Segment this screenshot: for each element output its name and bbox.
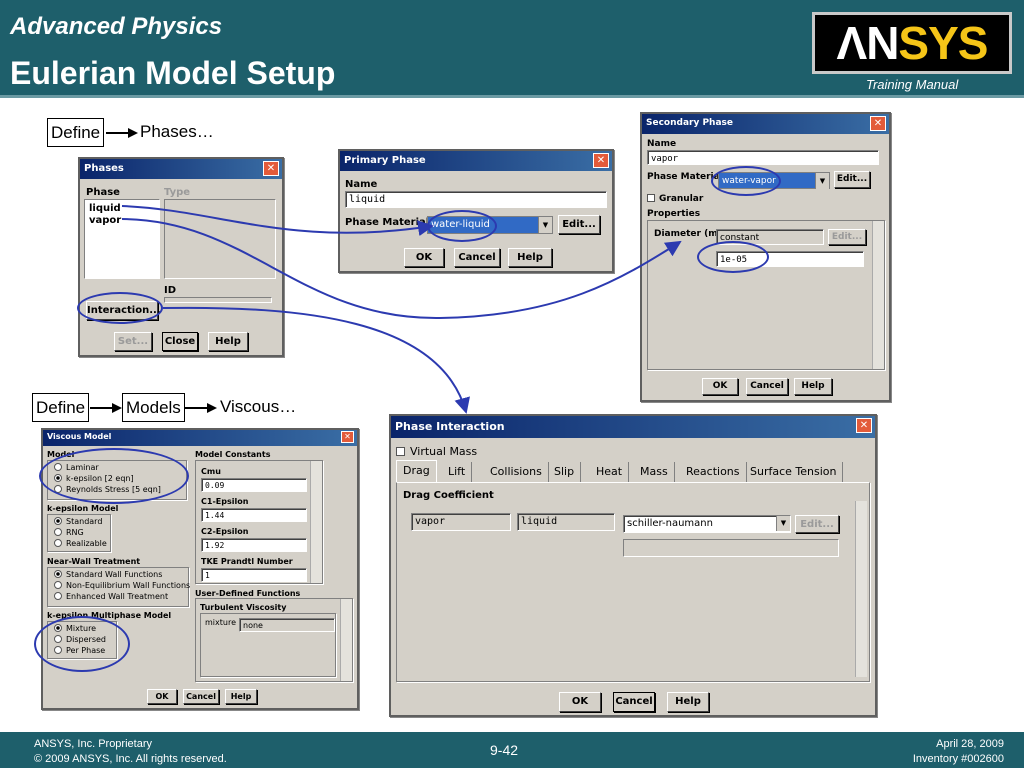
footer-copyright: © 2009 ANSYS, Inc. All rights reserved. <box>34 753 227 765</box>
footer-inventory: Inventory #002600 <box>912 753 1004 765</box>
arrow-vapor-to-secondary <box>121 218 682 320</box>
arrow-liquid-to-primary <box>121 205 434 237</box>
footer-date: April 28, 2009 <box>936 738 1004 750</box>
connector-arrows <box>121 205 682 414</box>
slide-footer: ANSYS, Inc. Proprietary © 2009 ANSYS, Inc… <box>0 732 1024 768</box>
page-number: 9-42 <box>490 742 519 758</box>
arrow-interaction-to-dialog <box>162 306 470 414</box>
footer-proprietary: ANSYS, Inc. Proprietary <box>34 738 152 750</box>
